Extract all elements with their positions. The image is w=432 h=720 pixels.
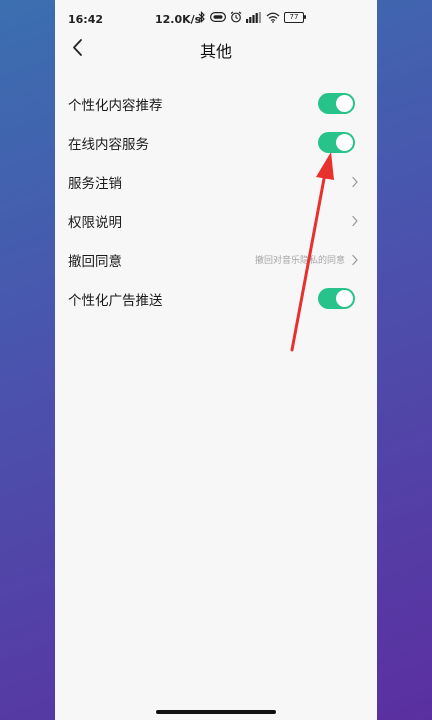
toggle-knob: [336, 290, 353, 307]
status-time: 16:42: [68, 13, 104, 26]
chevron-right-icon: [352, 254, 358, 265]
setting-label: 个性化内容推荐: [68, 97, 163, 114]
setting-label: 在线内容服务: [68, 136, 149, 153]
status-icons: 77: [198, 11, 306, 23]
chevron-right-icon: [352, 176, 358, 187]
hd-icon: [210, 12, 226, 22]
battery-icon: 77: [284, 11, 306, 23]
setting-label: 撤回同意: [68, 253, 122, 270]
network-speed: 12.0K/s: [155, 13, 202, 26]
setting-label: 权限说明: [68, 214, 122, 231]
alarm-icon: [230, 11, 242, 23]
home-indicator[interactable]: [156, 710, 276, 714]
personalized-ads-toggle[interactable]: [318, 288, 355, 309]
page-title: 其他: [199, 42, 232, 61]
settings-list: 个性化内容推荐 在线内容服务 服务注销 权限说明 撤回同意 撤回对音乐隐私的同意…: [55, 84, 377, 318]
toggle-knob: [336, 95, 353, 112]
personalized-content-toggle[interactable]: [318, 93, 355, 114]
wifi-icon: [266, 12, 280, 23]
setting-label: 服务注销: [68, 175, 122, 192]
setting-personalized-ads: 个性化广告推送: [55, 279, 377, 318]
header: 其他: [55, 32, 377, 64]
bluetooth-icon: [198, 11, 205, 23]
signal-icon: [246, 11, 261, 23]
toggle-knob: [336, 134, 353, 151]
phone-screen: 16:42 12.0K/s 77 其他 个性化内容推荐 在线内容服务 服务注销 …: [55, 0, 377, 720]
setting-label: 个性化广告推送: [68, 292, 163, 309]
setting-personalized-content: 个性化内容推荐: [55, 84, 377, 123]
setting-withdraw-consent[interactable]: 撤回同意 撤回对音乐隐私的同意: [55, 240, 377, 279]
online-content-service-toggle[interactable]: [318, 132, 355, 153]
chevron-right-icon: [352, 215, 358, 226]
status-bar: 16:42 12.0K/s 77: [55, 0, 377, 36]
setting-service-cancellation[interactable]: 服务注销: [55, 162, 377, 201]
setting-permission-info[interactable]: 权限说明: [55, 201, 377, 240]
withdraw-consent-value: 撤回对音乐隐私的同意: [254, 256, 345, 266]
setting-online-content-service: 在线内容服务: [55, 123, 377, 162]
